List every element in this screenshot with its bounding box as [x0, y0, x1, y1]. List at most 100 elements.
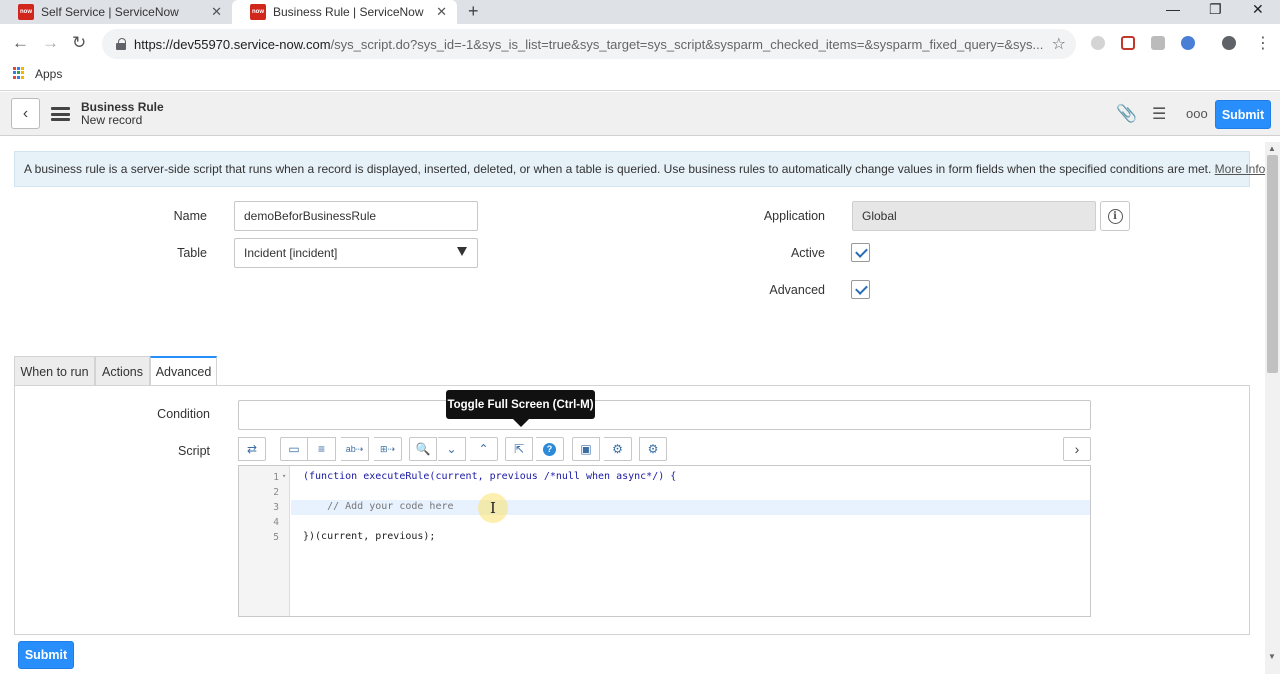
paperclip-attachment-icon[interactable]: 📎: [1116, 104, 1137, 124]
save-button[interactable]: ▣: [572, 437, 600, 461]
extension-icon[interactable]: [1091, 36, 1105, 50]
scrollbar-thumb[interactable]: [1267, 155, 1278, 373]
fullscreen-icon: ⇱: [513, 442, 525, 456]
line-number: 4: [273, 517, 279, 528]
dropdown-arrow-icon: [457, 247, 467, 256]
toggle-comment-button[interactable]: ▭: [280, 437, 308, 461]
submit-button[interactable]: Submit: [1215, 100, 1271, 129]
condition-input[interactable]: [238, 400, 1091, 430]
script-label: Script: [178, 444, 210, 458]
script-debugger-button[interactable]: ⚙: [639, 437, 667, 461]
forward-arrow-icon[interactable]: →: [42, 33, 59, 53]
apps-grid-icon[interactable]: [13, 67, 25, 79]
fold-arrow-icon[interactable]: ▾: [282, 472, 286, 480]
name-input[interactable]: demoBeforBusinessRule: [234, 201, 478, 231]
star-extension-icon[interactable]: [1181, 36, 1195, 50]
active-checkbox[interactable]: [851, 243, 870, 262]
format-code-button[interactable]: ⇄: [238, 437, 266, 461]
replace-icon: ab⇢: [345, 443, 364, 454]
browser-tab-title: Business Rule | ServiceNow: [273, 5, 424, 19]
hamburger-menu-icon[interactable]: [51, 107, 70, 121]
format-code-icon: ⇄: [246, 442, 258, 456]
find-next-icon: ⌄: [446, 442, 457, 456]
bookmark-apps[interactable]: Apps: [35, 67, 62, 81]
find-previous-button[interactable]: ⌃: [470, 437, 498, 461]
replace-button[interactable]: ab⇢: [341, 437, 369, 461]
more-info-link[interactable]: More Info: [1215, 162, 1266, 176]
scroll-down-icon[interactable]: ▼: [1268, 652, 1276, 661]
application-field: Global: [852, 201, 1096, 231]
browser-menu-icon[interactable]: ⋮: [1255, 33, 1271, 53]
url-text: https://dev55970.service-now.com/sys_scr…: [134, 36, 1044, 52]
lock-icon: [116, 38, 126, 50]
back-arrow-icon[interactable]: ←: [12, 33, 29, 53]
save-icon: ▣: [580, 442, 592, 456]
servicenow-favicon-icon: now: [250, 4, 266, 20]
line-number: 2: [273, 487, 279, 498]
personalize-sliders-icon[interactable]: ☰: [1152, 104, 1166, 124]
code-line: // Add your code here: [303, 501, 454, 512]
script-debugger-icon: ⚙: [647, 442, 659, 456]
script-debug-icon: ⚙: [612, 442, 623, 456]
new-tab-icon[interactable]: +: [468, 1, 479, 22]
name-label: Name: [173, 209, 207, 223]
fullscreen-tooltip: Toggle Full Screen (Ctrl-M): [446, 390, 595, 427]
script-editor[interactable]: 1 ▾ 2 3 4 5 (function executeRule(curren…: [238, 465, 1091, 617]
close-tab-icon[interactable]: ✕: [211, 4, 222, 20]
advanced-checkbox[interactable]: [851, 280, 870, 299]
insert-list-button[interactable]: ≡: [308, 437, 336, 461]
list-icon: ≡: [317, 442, 325, 456]
line-number: 1: [273, 472, 279, 483]
application-info-button[interactable]: i: [1100, 201, 1130, 231]
browser-navbar: ← → ↻ https://dev55970.service-now.com/s…: [0, 24, 1280, 64]
profile-avatar-icon[interactable]: [1222, 36, 1236, 50]
comment-icon: ▭: [288, 442, 300, 456]
form-header: ‹ Business Rule New record 📎 ☰ ooo Submi…: [0, 92, 1280, 136]
reload-icon[interactable]: ↻: [72, 33, 86, 53]
tab-advanced[interactable]: Advanced: [150, 356, 217, 386]
replace-all-button[interactable]: ⊞⇢: [374, 437, 402, 461]
bookmark-star-icon[interactable]: ☆: [1052, 34, 1066, 54]
close-tab-icon[interactable]: ✕: [436, 4, 447, 20]
script-debug-button[interactable]: ⚙: [604, 437, 632, 461]
help-icon: ?: [543, 442, 556, 456]
back-button[interactable]: ‹: [11, 98, 40, 129]
info-banner: A business rule is a server-side script …: [14, 151, 1265, 187]
info-banner-text: A business rule is a server-side script …: [24, 162, 1212, 176]
code-line: })(current, previous);: [303, 531, 436, 542]
pocket-extension-icon[interactable]: [1121, 36, 1135, 50]
table-select-value: Incident [incident]: [244, 246, 338, 260]
search-button[interactable]: 🔍: [409, 437, 437, 461]
expand-toolbar-button[interactable]: ›: [1063, 437, 1091, 461]
tab-actions[interactable]: Actions: [95, 356, 150, 386]
shield-extension-icon[interactable]: [1151, 36, 1165, 50]
info-icon: i: [1107, 208, 1123, 224]
restore-icon[interactable]: ❐: [1209, 1, 1222, 18]
browser-tabstrip: now Self Service | ServiceNow ✕ now Busi…: [0, 0, 1280, 24]
more-options-icon[interactable]: ooo: [1186, 106, 1208, 121]
find-previous-icon: ⌃: [478, 442, 489, 456]
toggle-fullscreen-button[interactable]: ⇱: [505, 437, 533, 461]
tab-when-to-run[interactable]: When to run: [14, 356, 95, 386]
address-bar[interactable]: https://dev55970.service-now.com/sys_scr…: [102, 29, 1076, 59]
line-number: 3: [273, 502, 279, 513]
replace-all-icon: ⊞⇢: [379, 443, 396, 454]
record-subtitle: New record: [81, 113, 143, 127]
condition-label: Condition: [157, 407, 210, 421]
find-next-button[interactable]: ⌄: [438, 437, 466, 461]
chevron-right-icon: ›: [1074, 441, 1080, 457]
help-button[interactable]: ?: [536, 437, 564, 461]
table-label: Table: [177, 246, 207, 260]
browser-tab-self-service[interactable]: now Self Service | ServiceNow ✕: [0, 0, 232, 24]
submit-button-bottom[interactable]: Submit: [18, 641, 74, 669]
minimize-icon[interactable]: —: [1166, 1, 1180, 17]
browser-tab-business-rule[interactable]: now Business Rule | ServiceNow ✕: [232, 0, 457, 24]
application-label: Application: [763, 209, 825, 223]
text-cursor-icon: I: [490, 499, 496, 517]
record-type-title: Business Rule: [81, 100, 164, 114]
code-line: (function executeRule(current, previous …: [303, 471, 677, 482]
active-label: Active: [790, 246, 825, 260]
close-window-icon[interactable]: ✕: [1252, 1, 1264, 18]
table-select[interactable]: Incident [incident]: [234, 238, 478, 268]
scroll-up-icon[interactable]: ▲: [1268, 144, 1276, 153]
